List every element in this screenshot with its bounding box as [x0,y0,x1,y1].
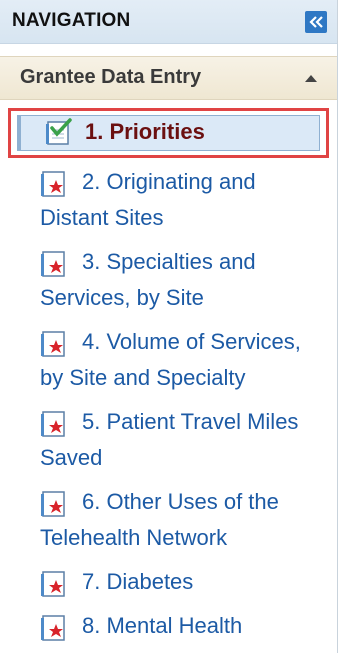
collapse-panel-button[interactable] [305,11,327,33]
document-star-icon [41,171,65,197]
document-star-icon [41,615,65,641]
navigation-list: 1. Priorities 2. Originating and Distant… [0,108,337,644]
navigation-header: NAVIGATION [0,0,337,44]
section-grantee-data-entry[interactable]: Grantee Data Entry [0,56,337,100]
nav-item-priorities[interactable]: 1. Priorities [8,108,329,158]
nav-item-label: 3. Specialties and Services, by Site [40,249,256,310]
nav-item-originating-and-distant-sites[interactable]: 2. Originating and Distant Sites [0,164,337,236]
nav-item-volume-of-services[interactable]: 4. Volume of Services, by Site and Speci… [0,324,337,396]
nav-item-patient-travel-miles-saved[interactable]: 5. Patient Travel Miles Saved [0,404,337,476]
nav-item-label: 1. Priorities [85,119,205,144]
document-star-icon [41,571,65,597]
collapse-arrow-icon[interactable] [305,75,317,82]
nav-item-diabetes[interactable]: 7. Diabetes [0,564,337,600]
document-star-icon [41,331,65,357]
nav-item-specialties-and-services[interactable]: 3. Specialties and Services, by Site [0,244,337,316]
nav-item-label: 8. Mental Health [82,613,243,638]
navigation-panel: NAVIGATION Grantee Data Entry 1. Priorit… [0,0,338,653]
nav-item-label: 4. Volume of Services, by Site and Speci… [40,329,301,390]
document-star-icon [41,491,65,517]
nav-item-label: 2. Originating and Distant Sites [40,169,256,230]
nav-item-mental-health[interactable]: 8. Mental Health [0,608,337,644]
navigation-title: NAVIGATION [12,10,131,31]
nav-item-label: 5. Patient Travel Miles Saved [40,409,299,470]
double-chevron-left-icon [309,16,323,28]
nav-item-label: 7. Diabetes [82,569,194,594]
document-star-icon [41,411,65,437]
document-star-icon [41,251,65,277]
nav-item-label: 6. Other Uses of the Telehealth Network [40,489,279,550]
section-title: Grantee Data Entry [20,66,202,88]
nav-item-other-uses-of-telehealth-network[interactable]: 6. Other Uses of the Telehealth Network [0,484,337,556]
checked-document-icon [46,118,72,145]
